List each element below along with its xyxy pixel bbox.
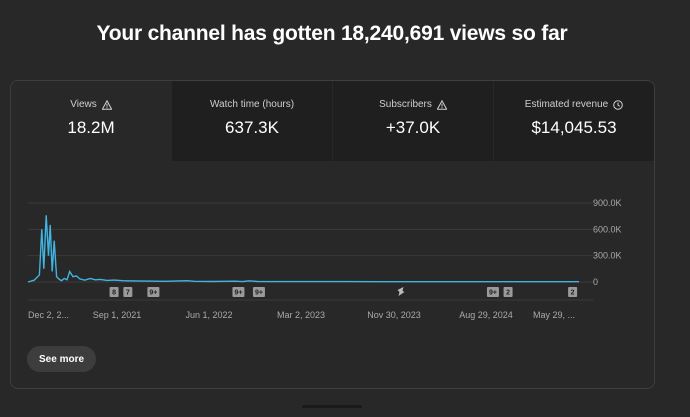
event-marker[interactable]: 2: [503, 287, 513, 297]
event-marker[interactable]: 7: [123, 287, 133, 297]
tab-views-label: Views: [70, 99, 97, 110]
x-tick-label: Dec 2, 2...: [28, 310, 69, 320]
x-tick-label: Jun 1, 2022: [185, 310, 232, 320]
event-marker[interactable]: 9+: [147, 287, 160, 297]
event-marker-label: 2: [506, 290, 510, 297]
warning-icon: [436, 99, 447, 110]
x-tick-label: Mar 2, 2023: [277, 310, 325, 320]
warning-icon: [101, 99, 112, 110]
event-marker[interactable]: 9+: [486, 287, 499, 297]
tab-subscribers-label: Subscribers: [379, 99, 432, 110]
event-marker-label: 9+: [149, 290, 157, 297]
event-marker-label: 9+: [489, 290, 497, 297]
see-more-button[interactable]: See more: [27, 346, 97, 372]
tab-subscribers[interactable]: Subscribers +37.0K: [332, 81, 493, 161]
event-marker-label: 8: [112, 290, 116, 297]
clock-icon: [613, 99, 623, 110]
tab-watch-time-value: 637.3K: [225, 118, 279, 137]
event-marker-label: 2: [571, 290, 575, 297]
y-tick-label: 900.0K: [593, 198, 622, 208]
tab-views[interactable]: Views 18.2M: [11, 81, 171, 161]
tab-watch-time[interactable]: Watch time (hours) 637.3K: [171, 81, 332, 161]
y-tick-label: 0: [593, 277, 598, 287]
metric-tabs: Views 18.2M Watch time (hours) 637.3K Su…: [11, 81, 654, 161]
event-marker[interactable]: 9+: [252, 287, 265, 297]
event-marker-label: 9+: [234, 290, 242, 297]
tab-subscribers-value: +37.0K: [385, 118, 441, 137]
x-tick-label: Nov 30, 2023: [367, 310, 421, 320]
tab-watch-time-label: Watch time (hours): [209, 99, 295, 110]
chart-series-line: [27, 215, 579, 283]
event-marker[interactable]: 9+: [232, 287, 245, 297]
event-marker-label: 9+: [255, 290, 263, 297]
tab-estimated-revenue[interactable]: Estimated revenue $14,045.53: [493, 81, 654, 161]
views-chart-svg: 900.0K 600.0K 300.0K 0 Dec 2, 2... Sep 1, 20…: [27, 198, 622, 320]
event-marker[interactable]: 2: [568, 287, 578, 297]
event-marker[interactable]: 8: [109, 287, 119, 297]
x-tick-label: Aug 29, 2024: [459, 310, 513, 320]
shorts-icon[interactable]: [397, 287, 405, 296]
x-tick-label: Sep 1, 2021: [93, 310, 142, 320]
tab-views-value: 18.2M: [67, 118, 115, 137]
y-tick-label: 600.0K: [593, 224, 622, 234]
tab-estimated-revenue-value: $14,045.53: [531, 118, 617, 137]
page-headline: Your channel has gotten 18,240,691 views…: [96, 22, 568, 45]
views-chart: 900.0K 600.0K 300.0K 0 Dec 2, 2... Sep 1, 20…: [11, 161, 654, 321]
analytics-card: Views 18.2M Watch time (hours) 637.3K Su…: [10, 80, 655, 389]
y-tick-label: 300.0K: [593, 251, 622, 261]
x-tick-label: May 29, ...: [533, 310, 575, 320]
tab-estimated-revenue-label: Estimated revenue: [524, 99, 609, 110]
event-marker-label: 7: [126, 290, 130, 297]
bottom-scroll-indicator: [302, 405, 362, 408]
